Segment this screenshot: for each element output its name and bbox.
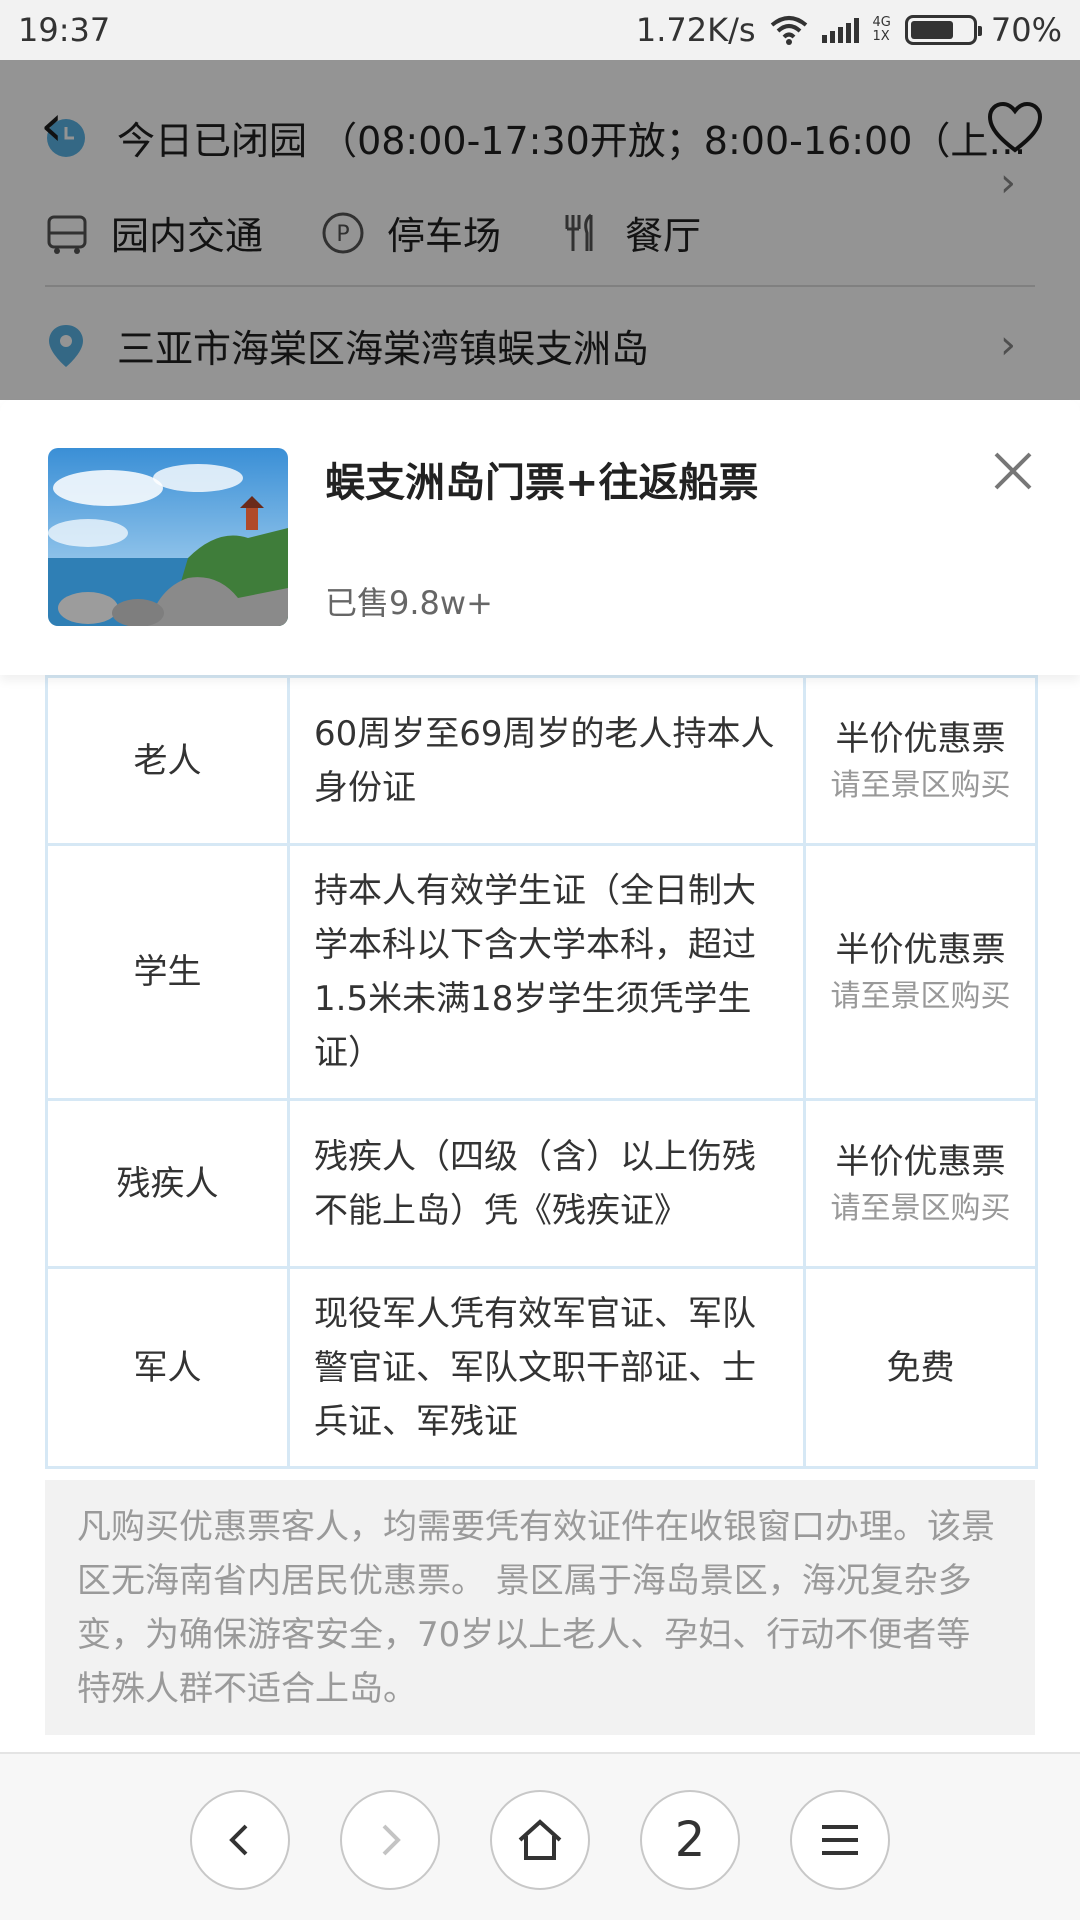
home-icon	[518, 1819, 562, 1860]
battery-percent: 70%	[990, 11, 1062, 49]
heart-icon[interactable]	[985, 98, 1045, 158]
table-row: 老人 60周岁至69周岁的老人持本人身份证 半价优惠票 请至景区购买	[45, 675, 1038, 846]
visitor-type: 老人	[45, 675, 290, 846]
status-time: 19:37	[18, 11, 111, 49]
browser-bottom-bar: 2	[0, 1752, 1080, 1920]
purchase-note: 请至景区购买	[830, 979, 1011, 1014]
chevron-left-icon	[229, 1824, 248, 1856]
price-cell: 半价优惠票 请至景区购买	[803, 675, 1038, 846]
network-type: 4G 1X	[873, 16, 891, 44]
table-row: 残疾人 残疾人（四级（含）以上伤残不能上岛）凭《残疾证》 半价优惠票 请至景区购…	[45, 1098, 1038, 1269]
price-cell: 半价优惠票 请至景区购买	[803, 843, 1038, 1101]
menu-icon	[822, 1825, 858, 1855]
visitor-type: 残疾人	[45, 1098, 290, 1269]
price-label: 半价优惠票	[835, 930, 1006, 970]
eligibility-condition: 60周岁至69周岁的老人持本人身份证	[287, 675, 806, 846]
discount-notice: 凡购买优惠票客人，均需要凭有效证件在收银窗口办理。该景区无海南省内居民优惠票。 …	[45, 1480, 1035, 1735]
island-photo	[48, 448, 288, 626]
visitor-type: 军人	[45, 1266, 290, 1469]
net-tag-4g: 4G	[872, 15, 891, 30]
eligibility-condition: 现役军人凭有效军官证、军队警官证、军队文职干部证、士兵证、军残证	[287, 1266, 806, 1469]
back-button[interactable]: ‹	[40, 95, 90, 155]
status-bar: 19:37 1.72K/s 4G 1X 70%	[0, 0, 1080, 60]
tab-count: 2	[674, 1812, 706, 1868]
table-row: 学生 持本人有效学生证（全日制大学本科以下含大学本科，超过1.5米未满18岁学生…	[45, 843, 1038, 1101]
purchase-note: 请至景区购买	[830, 767, 1011, 803]
eligibility-condition: 残疾人（四级（含）以上伤残不能上岛）凭《残疾证》	[287, 1098, 806, 1269]
product-header: 蜈支洲岛门票+往返船票 已售9.8w+	[0, 400, 1080, 675]
wifi-icon	[770, 16, 807, 45]
eligibility-condition: 持本人有效学生证（全日制大学本科以下含大学本科，超过1.5米未满18岁学生须凭学…	[287, 843, 806, 1101]
net-tag-1x: 1X	[872, 29, 890, 44]
price-label: 半价优惠票	[835, 718, 1006, 759]
nav-back-button[interactable]	[190, 1790, 290, 1890]
modal-overlay[interactable]	[0, 60, 1080, 400]
nav-tabs-button[interactable]: 2	[640, 1790, 740, 1890]
visitor-type: 学生	[45, 843, 290, 1101]
status-indicators: 1.72K/s 4G 1X 70%	[636, 11, 1062, 49]
battery-icon	[904, 15, 982, 45]
battery-fill	[910, 21, 953, 39]
nav-forward-button[interactable]	[340, 1790, 440, 1890]
purchase-note: 请至景区购买	[830, 1190, 1011, 1226]
price-label: 免费	[886, 1347, 955, 1388]
product-thumbnail	[48, 448, 288, 626]
price-cell: 免费	[803, 1266, 1038, 1469]
product-title: 蜈支洲岛门票+往返船票	[325, 460, 759, 506]
nav-menu-button[interactable]	[790, 1790, 890, 1890]
price-label: 半价优惠票	[835, 1141, 1006, 1182]
price-cell: 半价优惠票 请至景区购买	[803, 1098, 1038, 1269]
close-icon[interactable]	[990, 448, 1036, 494]
discount-table: 老人 60周岁至69周岁的老人持本人身份证 半价优惠票 请至景区购买 学生 持本…	[45, 675, 1038, 1469]
net-speed: 1.72K/s	[635, 11, 756, 49]
sold-count: 已售9.8w+	[325, 584, 493, 622]
chevron-right-icon	[382, 1824, 401, 1856]
signal-icon	[821, 17, 859, 43]
nav-home-button[interactable]	[490, 1790, 590, 1890]
table-row: 军人 现役军人凭有效军官证、军队警官证、军队文职干部证、士兵证、军残证 免费	[45, 1266, 1038, 1469]
